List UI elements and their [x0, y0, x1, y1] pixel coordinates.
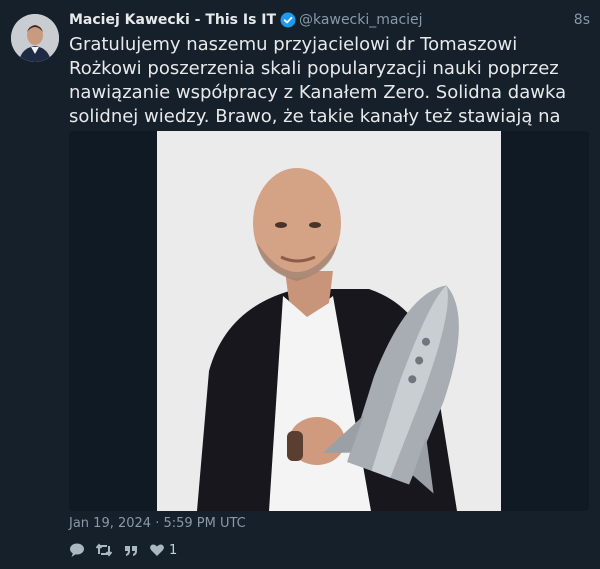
verified-badge-icon	[280, 12, 296, 28]
tweet-timestamp[interactable]: Jan 19, 2024 · 5:59 PM UTC	[69, 516, 246, 531]
reply-button[interactable]	[69, 542, 85, 558]
author-avatar[interactable]	[11, 14, 59, 62]
quote-icon	[123, 542, 139, 558]
like-count: 1	[169, 542, 178, 558]
heart-icon	[149, 542, 165, 558]
tweet: Maciej Kawecki - This Is IT @kawecki_mac…	[0, 0, 600, 569]
tweet-header: Maciej Kawecki - This Is IT @kawecki_mac…	[69, 10, 590, 30]
tweet-photo[interactable]	[157, 131, 501, 511]
relative-time[interactable]: 8s	[574, 12, 590, 28]
tweet-media[interactable]	[69, 131, 589, 511]
retweet-button[interactable]	[95, 542, 113, 558]
author-handle[interactable]: @kawecki_maciej	[299, 12, 423, 28]
reply-icon	[69, 542, 85, 558]
retweet-icon	[95, 542, 113, 558]
tweet-actions: 1	[69, 541, 187, 559]
author-display-name[interactable]: Maciej Kawecki - This Is IT	[69, 12, 276, 28]
quote-button[interactable]	[123, 542, 139, 558]
like-button[interactable]: 1	[149, 542, 177, 558]
